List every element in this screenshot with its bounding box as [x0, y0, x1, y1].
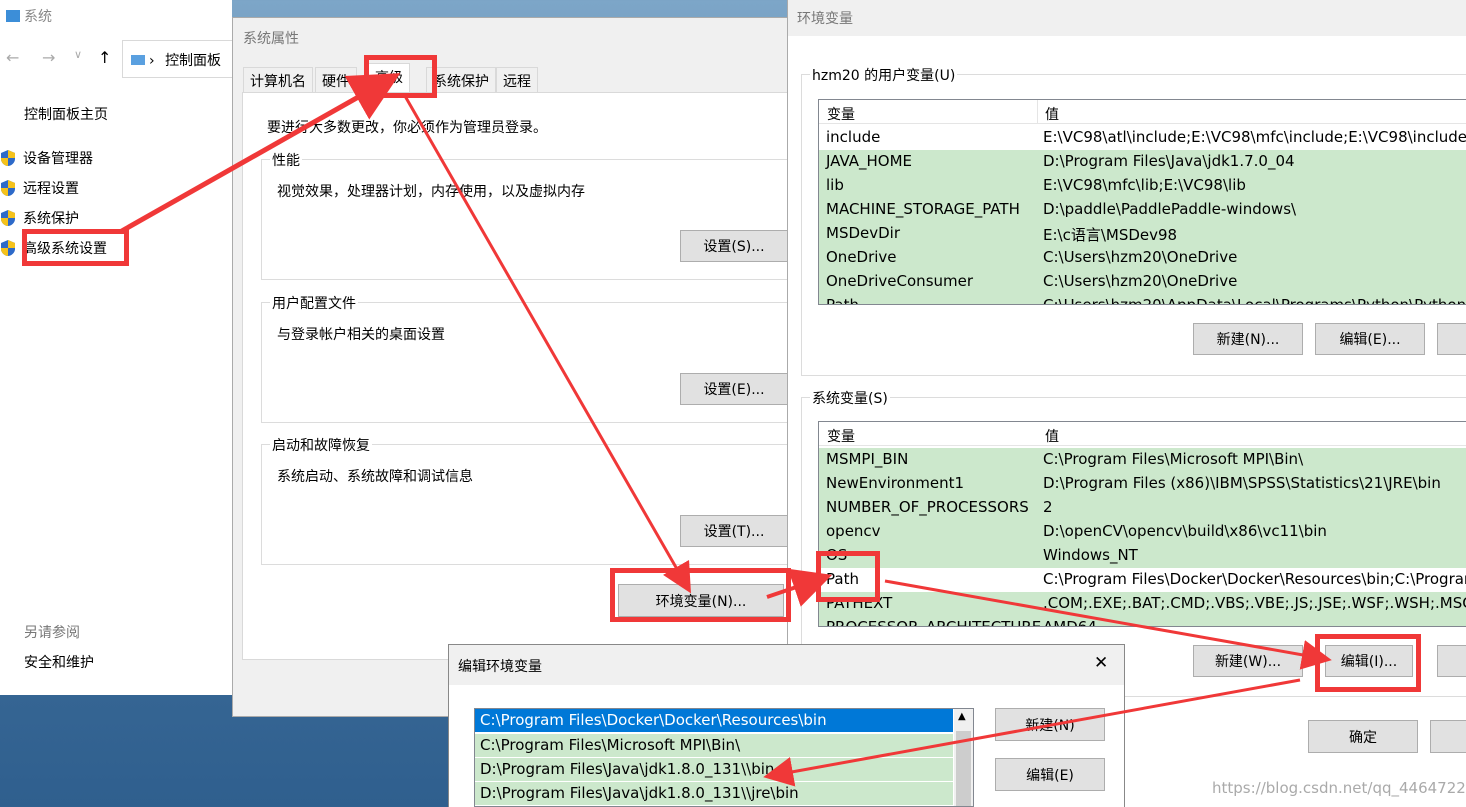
sidebar-item-label: 系统保护	[23, 211, 79, 227]
sidebar-item-label: 设备管理器	[23, 151, 93, 167]
table-row[interactable]: PATHEXT .COM;.EXE;.BAT;.CMD;.VBS;.VBE;.JS…	[819, 592, 1466, 616]
env-dialog-title: 环境变量	[797, 11, 853, 27]
cancel-button[interactable]	[1430, 720, 1466, 753]
user-variables-label: hzm20 的用户变量(U)	[810, 65, 958, 85]
edit-edit-button[interactable]: 编辑(E)	[995, 758, 1105, 791]
scroll-thumb[interactable]	[956, 731, 971, 806]
sidebar-item-system-protection[interactable]: 系统保护	[0, 207, 79, 229]
security-maintenance-link[interactable]: 安全和维护	[24, 652, 94, 672]
history-chevron-icon[interactable]: ∨	[74, 48, 82, 61]
table-row[interactable]: JAVA_HOME D:\Program Files\Java\jdk1.7.0_…	[819, 150, 1466, 174]
column-header-value[interactable]: 值	[1045, 104, 1059, 124]
user-delete-button[interactable]	[1437, 323, 1466, 355]
column-header-variable[interactable]: 变量	[827, 426, 855, 446]
forward-arrow-icon[interactable]: →	[42, 48, 55, 67]
edit-new-button[interactable]: 新建(N)	[995, 708, 1105, 741]
table-row[interactable]: OS Windows_NT	[819, 544, 1466, 568]
sidebar-item-device-manager[interactable]: 设备管理器	[0, 147, 93, 169]
ok-button[interactable]: 确定	[1308, 720, 1418, 753]
system-table-header: 变量 值	[819, 422, 1466, 446]
see-also-heading: 另请参阅	[24, 625, 80, 641]
user-profile-settings-button[interactable]: 设置(E)...	[680, 373, 788, 405]
column-divider	[1037, 100, 1038, 124]
startup-label: 启动和故障恢复	[270, 435, 372, 455]
user-profile-label: 用户配置文件	[270, 293, 358, 313]
scroll-up-arrow-icon[interactable]: ▲	[958, 711, 966, 722]
tab-remote[interactable]: 远程	[496, 67, 538, 92]
highlight-edit-button	[1315, 634, 1421, 692]
highlight-advanced-settings	[22, 229, 129, 266]
watermark: https://blog.csdn.net/qq_44647223	[1212, 779, 1466, 797]
list-item[interactable]: C:\Program Files\Microsoft MPI\Bin\	[475, 734, 953, 758]
highlight-path-row	[816, 551, 880, 602]
system-icon	[6, 10, 20, 22]
system-window: 系统 ← → ∨ ↑ › 控制面板 控制面板主页 设备管理器 远程设置 系统保护…	[0, 0, 237, 695]
table-row[interactable]: MSMPI_BIN C:\Program Files\Microsoft MPI\…	[819, 448, 1466, 472]
computer-icon	[131, 55, 145, 65]
performance-label: 性能	[270, 150, 302, 170]
table-row[interactable]: NUMBER_OF_PROCESSORS 2	[819, 496, 1466, 520]
performance-desc: 视觉效果，处理器计划，内存使用，以及虚拟内存	[277, 184, 585, 200]
system-variables-label: 系统变量(S)	[810, 388, 890, 408]
shield-icon	[0, 209, 16, 227]
table-row[interactable]: MSDevDir E:\c语言\MSDev98	[819, 222, 1466, 246]
user-edit-button[interactable]: 编辑(E)...	[1315, 323, 1425, 355]
tab-hardware[interactable]: 硬件	[315, 67, 357, 92]
dialog-title: 系统属性	[243, 31, 299, 47]
user-table-header: 变量 值	[819, 100, 1466, 124]
user-new-button[interactable]: 新建(N)...	[1193, 323, 1303, 355]
shield-icon	[0, 149, 16, 167]
startup-settings-button[interactable]: 设置(T)...	[680, 515, 788, 547]
table-row-path[interactable]: Path C:\Program Files\Docker\Docker\Resou…	[819, 568, 1466, 592]
back-arrow-icon[interactable]: ←	[6, 48, 19, 67]
address-bar[interactable]: › 控制面板	[122, 40, 237, 78]
admin-note: 要进行大多数更改，你必须作为管理员登录。	[267, 120, 547, 136]
performance-settings-button[interactable]: 设置(S)...	[680, 230, 788, 262]
column-header-value[interactable]: 值	[1045, 426, 1059, 446]
table-row[interactable]: PROCESSOR_ARCHITECTURE AMD64	[819, 616, 1466, 626]
sidebar-item-label: 远程设置	[23, 181, 79, 197]
column-header-variable[interactable]: 变量	[827, 104, 855, 124]
tab-computer-name[interactable]: 计算机名	[243, 67, 313, 92]
sidebar-item-remote-settings[interactable]: 远程设置	[0, 177, 79, 199]
list-item-selected[interactable]: C:\Program Files\Docker\Docker\Resources…	[475, 709, 953, 733]
table-row[interactable]: Path C:\Users\hzm20\AppData\Local\Program…	[819, 294, 1466, 304]
system-new-button[interactable]: 新建(W)...	[1193, 645, 1303, 677]
up-arrow-icon[interactable]: ↑	[98, 48, 111, 67]
shield-icon	[0, 239, 16, 257]
user-profile-desc: 与登录帐户相关的桌面设置	[277, 327, 445, 343]
shield-icon	[0, 179, 16, 197]
close-icon[interactable]: ✕	[1094, 653, 1108, 673]
list-item[interactable]: D:\Program Files\Java\jdk1.8.0_131\\jre\…	[475, 782, 953, 806]
highlight-env-button	[610, 568, 791, 622]
system-delete-button[interactable]	[1437, 645, 1466, 677]
control-panel-home-link[interactable]: 控制面板主页	[24, 104, 108, 124]
system-window-title: 系统	[6, 6, 52, 26]
edit-dialog-title: 编辑环境变量	[458, 659, 542, 675]
system-variables-table[interactable]: 变量 值 MSMPI_BIN C:\Program Files\Microsoft…	[818, 421, 1466, 627]
table-row[interactable]: include E:\VC98\atl\include;E:\VC98\mfc\i…	[819, 126, 1466, 150]
path-list[interactable]: C:\Program Files\Docker\Docker\Resources…	[474, 708, 974, 807]
startup-desc: 系统启动、系统故障和调试信息	[277, 469, 473, 485]
table-row[interactable]: OneDrive C:\Users\hzm20\OneDrive	[819, 246, 1466, 270]
user-variables-table[interactable]: 变量 值 include E:\VC98\atl\include;E:\VC98\…	[818, 99, 1466, 305]
scrollbar[interactable]: ▲	[954, 709, 973, 806]
table-row[interactable]: MACHINE_STORAGE_PATH D:\paddle\PaddlePadd…	[819, 198, 1466, 222]
list-item[interactable]: D:\Program Files\Java\jdk1.8.0_131\\bin	[475, 758, 953, 782]
highlight-advanced-tab	[364, 55, 437, 98]
table-row[interactable]: NewEnvironment1 D:\Program Files (x86)\IB…	[819, 472, 1466, 496]
table-row[interactable]: lib E:\VC98\mfc\lib;E:\VC98\lib	[819, 174, 1466, 198]
table-row[interactable]: opencv D:\openCV\opencv\build\x86\vc11\bi…	[819, 520, 1466, 544]
table-row[interactable]: OneDriveConsumer C:\Users\hzm20\OneDrive	[819, 270, 1466, 294]
